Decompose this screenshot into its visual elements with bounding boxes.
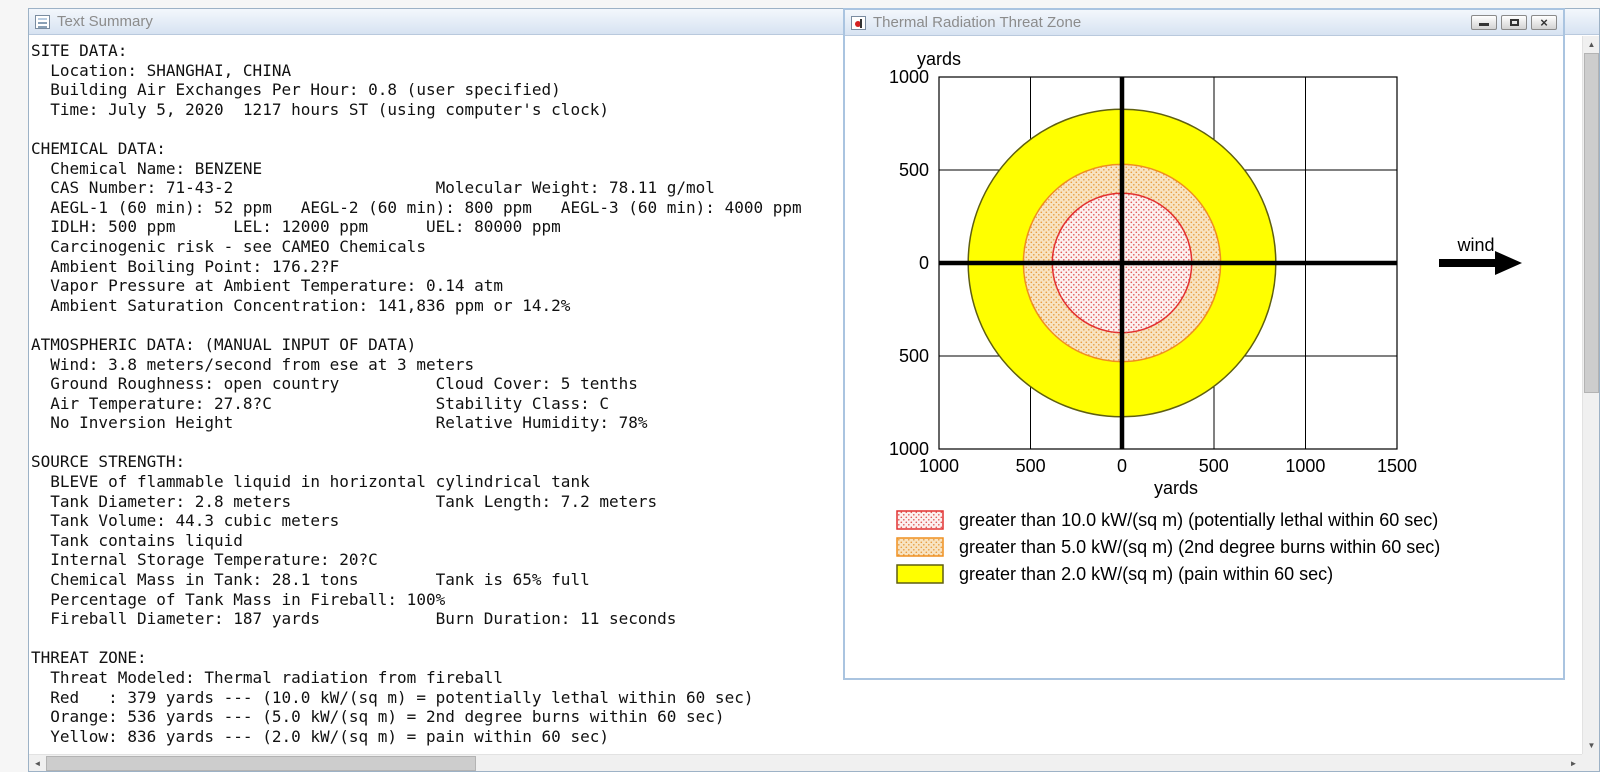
minimize-icon bbox=[1479, 23, 1489, 26]
scroll-left-icon: ◄ bbox=[33, 758, 42, 768]
legend-label: greater than 2.0 kW/(sq m) (pain within … bbox=[959, 564, 1333, 584]
x-tick: 0 bbox=[1117, 456, 1127, 476]
text-summary-icon bbox=[35, 14, 50, 29]
threat-zone-icon bbox=[851, 15, 866, 30]
scroll-left-button[interactable]: ◄ bbox=[29, 755, 46, 771]
scroll-down-icon: ▼ bbox=[1587, 740, 1596, 750]
orange-zone-swatch bbox=[896, 537, 944, 557]
x-tick: 500 bbox=[1199, 456, 1229, 476]
y-tick: 1000 bbox=[889, 67, 929, 87]
threat-zone-plot: yards 1000 500 0 500 1000 1000 500 0 500… bbox=[889, 49, 1522, 584]
legend-item-orange: greater than 5.0 kW/(sq m) (2nd degree b… bbox=[896, 537, 1440, 557]
y-axis-title: yards bbox=[917, 49, 961, 69]
legend-item-yellow: greater than 2.0 kW/(sq m) (pain within … bbox=[896, 564, 1333, 584]
aloha-workspace: Text Summary SITE DATA: Location: SHANGH… bbox=[0, 0, 1600, 772]
threat-zone-title: Thermal Radiation Threat Zone bbox=[873, 14, 1082, 31]
y-tick: 500 bbox=[899, 160, 929, 180]
wind-label: wind bbox=[1456, 235, 1494, 255]
maximize-icon bbox=[1510, 19, 1519, 26]
y-tick: 500 bbox=[899, 346, 929, 366]
x-tick: 500 bbox=[1016, 456, 1046, 476]
maximize-button[interactable] bbox=[1501, 15, 1527, 30]
threat-zone-window: Thermal Radiation Threat Zone × yards 10… bbox=[843, 8, 1565, 680]
scroll-up-icon: ▲ bbox=[1587, 39, 1596, 49]
red-zone-swatch bbox=[896, 510, 944, 530]
horizontal-scroll-thumb[interactable] bbox=[46, 756, 476, 771]
vertical-scroll-thumb[interactable] bbox=[1584, 53, 1599, 393]
threat-zone-titlebar[interactable]: Thermal Radiation Threat Zone × bbox=[845, 10, 1563, 36]
close-button[interactable]: × bbox=[1531, 15, 1557, 30]
y-tick: 0 bbox=[919, 253, 929, 273]
x-tick: 1000 bbox=[1285, 456, 1325, 476]
horizontal-scrollbar[interactable]: ◄ ► bbox=[29, 754, 1582, 771]
y-tick-labels: 1000 500 0 500 1000 bbox=[889, 67, 929, 459]
yellow-zone-swatch bbox=[896, 564, 944, 584]
vertical-scrollbar[interactable]: ▲ ▼ bbox=[1582, 36, 1599, 754]
scroll-down-button[interactable]: ▼ bbox=[1583, 737, 1599, 754]
close-icon: × bbox=[1540, 15, 1548, 30]
scrollbar-corner bbox=[1582, 754, 1599, 771]
minimize-button[interactable] bbox=[1471, 15, 1497, 30]
legend-label: greater than 5.0 kW/(sq m) (2nd degree b… bbox=[959, 537, 1440, 557]
x-tick: 1500 bbox=[1377, 456, 1417, 476]
text-summary-title: Text Summary bbox=[57, 13, 153, 30]
x-tick-labels: 1000 500 0 500 1000 1500 bbox=[919, 456, 1417, 476]
window-controls: × bbox=[1471, 15, 1557, 30]
x-axis-title: yards bbox=[1154, 478, 1198, 498]
scroll-up-button[interactable]: ▲ bbox=[1583, 36, 1599, 53]
threat-legend: greater than 10.0 kW/(sq m) (potentially… bbox=[896, 510, 1440, 584]
legend-label: greater than 10.0 kW/(sq m) (potentially… bbox=[959, 510, 1438, 530]
scroll-right-button[interactable]: ► bbox=[1565, 755, 1582, 771]
x-tick: 1000 bbox=[919, 456, 959, 476]
scroll-right-icon: ► bbox=[1569, 758, 1578, 768]
legend-item-red: greater than 10.0 kW/(sq m) (potentially… bbox=[896, 510, 1438, 530]
